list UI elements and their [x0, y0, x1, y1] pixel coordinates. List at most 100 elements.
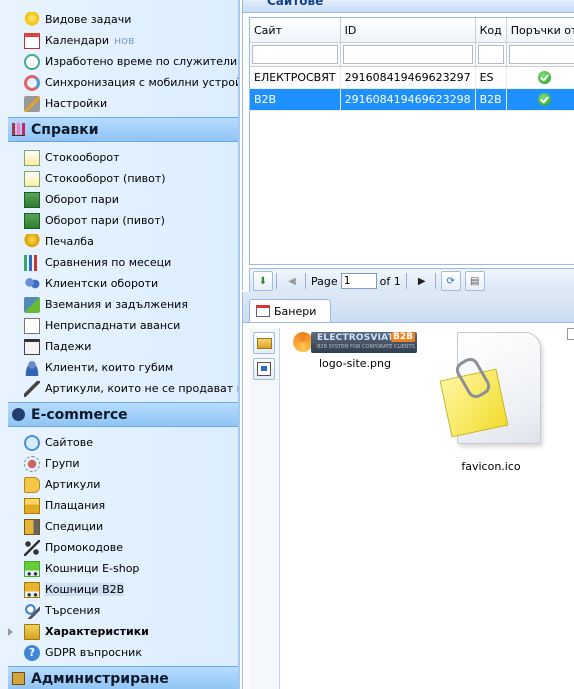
expand-arrow-icon[interactable] — [8, 628, 13, 636]
tools-icon — [24, 95, 40, 112]
paging-toolbar: ⬇ ◀ Page 1 of 1 ▶ ⟳ ▤ — [249, 268, 574, 294]
sidebar-item-promo-codes[interactable]: Промокодове — [14, 538, 238, 557]
tab-banners[interactable]: Банери — [249, 299, 331, 322]
cell-code: B2B — [475, 88, 507, 111]
shortcut-icon — [257, 362, 271, 376]
document-icon — [24, 317, 40, 334]
sites-panel: Сайтове Сайт ID Код Поръчки от ЕЛЕКТРОСВ… — [242, 0, 574, 294]
toolbar-separator — [405, 273, 407, 289]
file-thumbnail-logo[interactable]: ELECTROSVIAT B2B B2B SYSTEM FOR CORPORAT… — [293, 330, 417, 370]
percent-icon — [24, 539, 40, 556]
sites-panel-title-bar: Сайтове — [243, 0, 574, 13]
cell-code: ES — [475, 66, 507, 89]
filter-code-input[interactable] — [477, 45, 504, 64]
cell-site: B2B — [250, 88, 341, 111]
refresh-icon[interactable]: ⟳ — [440, 271, 461, 291]
sidebar-item-unsold-items[interactable]: Артикули, които не се продават в — [14, 379, 238, 398]
prev-page-button[interactable]: ◀ — [282, 271, 302, 291]
section-header-reports[interactable]: Справки — [8, 117, 238, 142]
sidebar-item-calendars[interactable]: Календари нов — [14, 31, 238, 50]
column-header-site[interactable]: Сайт — [250, 18, 341, 43]
globe-icon — [24, 434, 40, 451]
logo-image: ELECTROSVIAT B2B B2B SYSTEM FOR CORPORAT… — [293, 330, 417, 354]
file-thumbnail-favicon[interactable]: favicon.ico — [429, 332, 553, 473]
sidebar-item-lost-clients[interactable]: Клиенти, които губим — [14, 358, 238, 377]
clock-icon — [24, 53, 40, 70]
next-page-button[interactable]: ▶ — [412, 271, 432, 291]
cart-b2b-icon — [24, 581, 40, 598]
shortcut-button[interactable] — [253, 358, 275, 380]
pen-icon — [24, 380, 40, 397]
calendar-icon — [24, 338, 40, 355]
table-row-selected[interactable]: B2B 291608419469623298 B2B — [250, 88, 574, 111]
money-icon — [24, 191, 40, 208]
column-header-id[interactable]: ID — [340, 18, 476, 43]
checkmark-icon — [537, 93, 551, 106]
cell-site: ЕЛЕКТРОСВЯТ — [250, 66, 341, 89]
page-label: Page — [311, 274, 338, 288]
banners-panel: Банери ELECTROSVIAT B2B B2B SYSTEM FOR C… — [242, 292, 574, 689]
sidebar-item-shipping[interactable]: Спедиции — [14, 517, 238, 536]
sidebar-item-mobile-sync[interactable]: Синхронизация с мобилни устрой — [14, 73, 238, 92]
sidebar-item-b2b-carts[interactable]: Кошници B2B — [14, 580, 238, 599]
sidebar-item-money-turnover-pivot[interactable]: Оборот пари (пивот) — [14, 211, 238, 230]
navigation-sidebar: Видове задачи Календари нов Изработено вр… — [0, 0, 240, 689]
cell-orders — [506, 66, 574, 89]
section-header-ecommerce[interactable]: E-commerce — [8, 402, 238, 427]
sites-table: Сайт ID Код Поръчки от ЕЛЕКТРОСВЯТ 29160… — [250, 18, 574, 111]
sidebar-item-advances[interactable]: Неприспаднати аванси — [14, 316, 238, 335]
truck-icon — [24, 518, 40, 535]
toolbar-separator — [305, 273, 306, 289]
table-row[interactable]: ЕЛЕКТРОСВЯТ 291608419469623297 ES — [250, 66, 574, 89]
sidebar-item-characteristics[interactable]: Характеристики — [14, 622, 238, 641]
sidebar-item-monthly-comparison[interactable]: Сравнения по месеци — [14, 253, 238, 272]
scroll-edge — [567, 328, 574, 340]
open-folder-button[interactable] — [253, 332, 275, 354]
lightbulb-icon — [24, 11, 40, 28]
sidebar-item-sites[interactable]: Сайтове — [14, 433, 238, 452]
sidebar-item-money-turnover[interactable]: Оборот пари — [14, 190, 238, 209]
folder-icon — [24, 623, 40, 640]
trophy-icon — [24, 233, 40, 250]
sidebar-item-worked-time[interactable]: Изработено време по служители — [14, 52, 238, 71]
search-icon — [24, 602, 40, 619]
banners-toolbar — [249, 328, 280, 689]
sidebar-item-searches[interactable]: Търсения — [14, 601, 238, 620]
sidebar-item-groups[interactable]: Групи — [14, 454, 238, 473]
column-header-code[interactable]: Код — [475, 18, 507, 43]
sidebar-item-profit[interactable]: Печалба — [14, 232, 238, 251]
sidebar-item-due-dates[interactable]: Падежи — [14, 337, 238, 356]
toolbar-separator — [276, 273, 277, 289]
help-icon: ? — [24, 644, 40, 661]
logo-swirl-icon — [293, 332, 313, 352]
tag-icon — [24, 476, 40, 493]
bar-chart-icon — [24, 254, 40, 271]
panel-title: Сайтове — [267, 0, 324, 8]
filter-orders-input[interactable] — [508, 45, 574, 64]
section-header-admin[interactable]: Администриране — [8, 666, 238, 689]
print-icon[interactable]: ▤ — [464, 271, 485, 291]
page-count-label: of 1 — [379, 274, 401, 288]
sidebar-item-eshop-carts[interactable]: Кошници E-shop — [14, 559, 238, 578]
sidebar-item-stock-turnover[interactable]: Стокооборот — [14, 148, 238, 167]
cart-icon — [24, 560, 40, 577]
filter-site-input[interactable] — [252, 45, 338, 64]
sidebar-item-task-types[interactable]: Видове задачи — [14, 10, 238, 29]
sidebar-item-receivables[interactable]: Вземания и задължения — [14, 295, 238, 314]
report-icon — [24, 170, 40, 187]
sidebar-item-gdpr[interactable]: ? GDPR въпросник — [14, 643, 238, 662]
export-icon[interactable]: ⬇ — [253, 271, 273, 291]
filter-id-input[interactable] — [342, 45, 473, 64]
favicon-file-icon — [439, 332, 541, 452]
sites-grid: Сайт ID Код Поръчки от ЕЛЕКТРОСВЯТ 29160… — [249, 17, 574, 265]
exchange-icon — [24, 296, 40, 313]
page-number-input[interactable]: 1 — [340, 273, 377, 289]
person-icon — [24, 359, 40, 376]
column-header-orders[interactable]: Поръчки от — [506, 18, 574, 43]
sidebar-item-payments[interactable]: Плащания — [14, 496, 238, 515]
sidebar-item-stock-turnover-pivot[interactable]: Стокооборот (пивот) — [14, 169, 238, 188]
sidebar-item-articles[interactable]: Артикули — [14, 475, 238, 494]
sidebar-item-client-turnover[interactable]: Клиентски обороти — [14, 274, 238, 293]
file-name: logo-site.png — [319, 357, 391, 370]
sidebar-item-settings[interactable]: Настройки — [14, 94, 238, 113]
